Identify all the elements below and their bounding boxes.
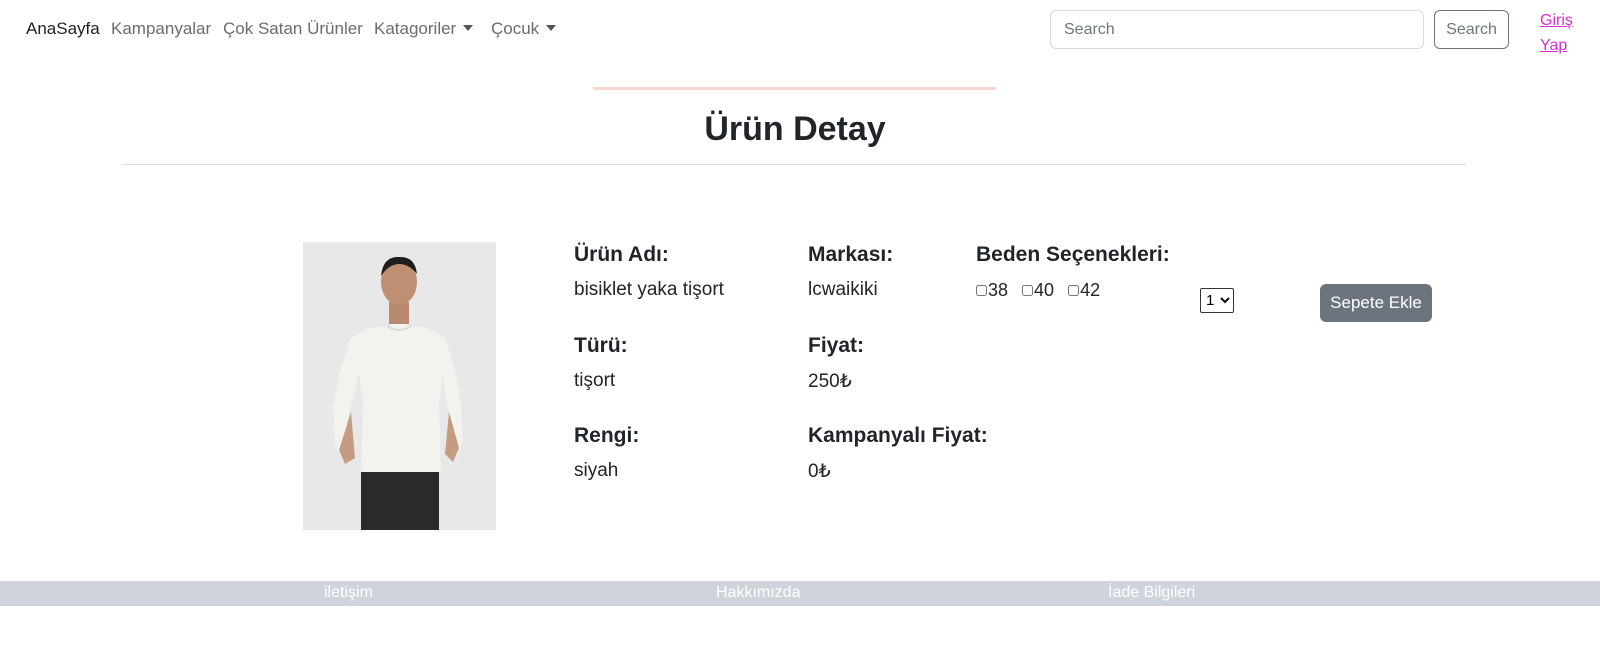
footer-link-hakkimizda[interactable]: Hakkımızda xyxy=(716,584,800,602)
product-type-value: tişort xyxy=(574,370,616,391)
footer: iletişim Hakkımızda İade Bilgileri xyxy=(0,581,1600,606)
product-color-label: Rengi: xyxy=(574,424,640,447)
page-title: Ürün Detay xyxy=(704,110,886,148)
size-option-42[interactable]: 42 xyxy=(1068,280,1100,301)
product-price-label: Fiyat: xyxy=(808,334,865,357)
product-type-label: Türü: xyxy=(574,334,628,357)
nav-link-kampanyalar[interactable]: Kampanyalar xyxy=(111,19,211,39)
size-checkbox[interactable] xyxy=(1068,285,1080,296)
footer-link-iletisim[interactable]: iletişim xyxy=(324,584,373,602)
nav-link-cok-satan[interactable]: Çok Satan Ürünler xyxy=(223,19,363,39)
size-label: 42 xyxy=(1080,280,1101,300)
product-name-label: Ürün Adı: xyxy=(574,243,669,266)
size-option-38[interactable]: 38 xyxy=(976,280,1008,301)
campaign-price-value: 0₺ xyxy=(808,461,831,482)
caret-down-icon xyxy=(463,25,474,31)
size-label: 40 xyxy=(1034,280,1055,300)
campaign-price-label: Kampanyalı Fiyat: xyxy=(808,424,988,447)
nav-dropdown-katagoriler[interactable]: Katagoriler xyxy=(374,19,474,39)
search-input[interactable] xyxy=(1050,10,1424,49)
add-to-cart-button[interactable]: Sepete Ekle xyxy=(1320,284,1432,322)
size-option-40[interactable]: 40 xyxy=(1022,280,1054,301)
product-brand-label: Markası: xyxy=(808,243,894,266)
size-options: 38 40 42 xyxy=(976,280,1114,301)
caret-down-icon xyxy=(546,25,557,31)
size-checkbox[interactable] xyxy=(976,285,987,296)
nav-brand-home[interactable]: AnaSayfa xyxy=(26,19,100,39)
size-checkbox[interactable] xyxy=(1022,285,1034,296)
product-image xyxy=(303,242,496,530)
product-brand-value: lcwaikiki xyxy=(808,279,878,300)
search-button[interactable]: Search xyxy=(1434,10,1509,49)
product-color-value: siyah xyxy=(574,460,619,481)
navbar: AnaSayfa Kampanyalar Çok Satan Ürünler K… xyxy=(0,0,1600,60)
product-name-value: bisiklet yaka tişort xyxy=(574,279,724,300)
size-label: 38 xyxy=(988,280,1009,300)
product-price-value: 250₺ xyxy=(808,371,852,392)
nav-dropdown-label: Katagoriler xyxy=(374,19,457,38)
login-link[interactable]: Giriş Yap xyxy=(1540,8,1580,58)
nav-dropdown-label: Çocuk xyxy=(491,19,540,38)
nav-dropdown-cocuk[interactable]: Çocuk xyxy=(491,19,557,39)
footer-link-iade[interactable]: İade Bilgileri xyxy=(1108,584,1195,602)
accent-line xyxy=(593,87,996,90)
title-divider xyxy=(122,164,1466,165)
size-options-label: Beden Seçenekleri: xyxy=(976,243,1170,266)
quantity-select[interactable]: 1 xyxy=(1200,288,1234,313)
